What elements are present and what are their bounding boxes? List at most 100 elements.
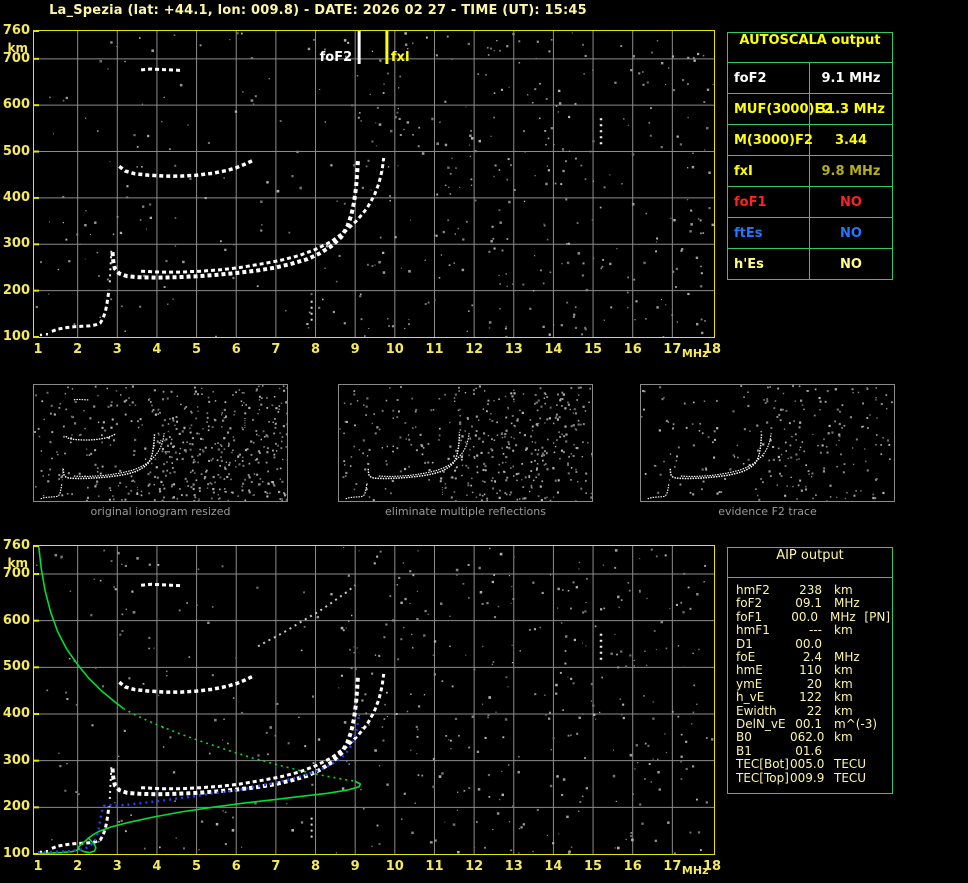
autoscala-row-M(3000)F2: M(3000)F2 3.44: [728, 125, 892, 156]
scaled-ionogram-canvas: foF2 fxI: [34, 30, 714, 339]
y-tick-label: 400: [2, 189, 30, 205]
y-tick-label: 300: [2, 236, 30, 252]
x-tick-label: 3: [112, 342, 122, 357]
parameter-value: 3.44: [834, 132, 868, 148]
aip-row-B1: B1 01.6: [736, 743, 890, 758]
x-tick-label: 10: [385, 859, 404, 874]
parameter-unit: TECU: [834, 770, 867, 785]
parameter-value: NO: [840, 194, 862, 210]
y-tick-label: 600: [2, 612, 30, 628]
y-tick-label: 200: [2, 799, 30, 815]
y-tick-label: 500: [2, 659, 30, 675]
thumbnail-canvas: [339, 385, 594, 503]
thumbnail-evidence-F2-trace: [640, 384, 897, 503]
high-multiple-trace-trace-path: [140, 67, 181, 72]
parameter-value: 005.0: [790, 757, 825, 772]
parameter-label: hmF2: [736, 583, 770, 597]
parameter-label: foF1: [736, 609, 763, 624]
parameter-label: Ewidth: [736, 703, 777, 718]
thumbnail-canvas: [34, 385, 289, 504]
e-trace-trace-path: [51, 289, 111, 333]
x-tick-label: 15: [584, 342, 603, 357]
thumbnail-caption: evidence F2 trace: [718, 505, 817, 518]
noise-layer: [35, 32, 714, 339]
x-tick-label: 16: [623, 859, 642, 874]
y-tick-label: 400: [2, 706, 30, 721]
x-tick-label: 15: [584, 859, 603, 874]
autoscala-row-h'Es: h'Es NO: [728, 249, 892, 279]
parameter-value: 09.1: [795, 596, 822, 611]
parameter-value: 31.3 MHz: [817, 101, 885, 117]
aip-row-h_vE: h_vE 122 km: [736, 690, 890, 705]
parameter-value: 00.0: [795, 636, 822, 651]
parameter-value: 009.9: [790, 770, 825, 785]
second-hop-trace-trace-path: [65, 433, 116, 441]
x-tick-label: 4: [152, 859, 162, 874]
noise-layer: [339, 385, 594, 503]
parameter-value: 2.4: [802, 650, 822, 665]
noise-layer: [36, 546, 714, 855]
high-multiple-trace-trace-path: [140, 582, 181, 588]
parameter-unit: [834, 638, 868, 651]
parameter-value: 20: [806, 676, 822, 691]
parameter-label: B1: [736, 743, 752, 758]
parameter-value: 9.1 MHz: [821, 70, 881, 86]
parameter-label: hmF1: [736, 623, 770, 638]
second-hop-trace-trace-path: [118, 159, 253, 178]
fof2-marker-label: foF2: [320, 50, 353, 65]
y-tick-label: 600: [2, 97, 30, 113]
parameter-unit: MHz: [834, 596, 860, 611]
x-tick-label: 6: [231, 859, 241, 874]
parameter-unit: MHz: [830, 609, 856, 624]
aip-row-hmE: hmE 110 km: [736, 663, 890, 678]
parameter-label: DelN_vE: [736, 717, 786, 732]
e-trace-trace-path: [51, 806, 111, 850]
parameter-value: 22: [806, 703, 822, 718]
x-tick-label: 14: [544, 342, 563, 357]
aip-row-D1: D1 00.0: [736, 636, 890, 651]
x-tick-label: 13: [504, 859, 523, 874]
parameter-value: ---: [809, 623, 822, 638]
aip-row-hmF1: hmF1 --- km: [736, 623, 890, 638]
x-tick-label: 6: [231, 342, 241, 357]
parameter-unit: km: [834, 703, 853, 718]
f2-extraordinary-trace-path: [141, 157, 386, 274]
e-trace-trace-path: [647, 482, 670, 500]
thumbnail-caption: original ionogram resized: [90, 505, 231, 518]
scaled-ionogram-panel: foF2 fxI: [33, 30, 715, 339]
aip-row-hmF2: hmF2 238 km: [736, 583, 890, 597]
aip-output-table: AIP output hmF2 238 km foF2 09.1 MHz foF1 00.0 M…: [727, 547, 893, 795]
parameter-value: 110: [799, 663, 822, 678]
x-tick-label: 1: [33, 342, 43, 357]
parameter-unit: km: [834, 663, 853, 678]
parameter-label: h_vE: [736, 690, 765, 705]
parameter-label: hmE: [736, 663, 763, 678]
aip-row-Ewidth: Ewidth 22 km: [736, 703, 890, 718]
parameter-value: 00.0: [791, 609, 818, 624]
f2-ordinary-trace-path: [367, 433, 461, 480]
parameter-value: 9.8 MHz: [821, 163, 881, 179]
aip-row-TEC[Top]: TEC[Top] 009.9 TECU: [736, 770, 890, 785]
x-tick-label: 3: [112, 859, 122, 874]
station-title: La_Spezia (lat: +44.1, lon: 009.8) - DAT…: [49, 3, 587, 18]
x-tick-label: 9: [350, 342, 360, 357]
x-tick-label: 2: [73, 859, 83, 874]
high-multiple-trace-trace-path: [73, 398, 89, 401]
autoscala-row-fxI: fxI 9.8 MHz: [728, 156, 892, 187]
x-tick-label: 4: [152, 342, 162, 357]
x-tick-label: 7: [271, 859, 281, 874]
x-tick-label: 9: [350, 859, 360, 874]
noise-layer: [34, 385, 289, 504]
thumbnail-eliminate-multiple-reflections: [338, 384, 594, 503]
x-axis-unit-label: MHz: [681, 864, 709, 877]
e-trace-trace-path: [345, 482, 368, 500]
autoscala-row-MUF(3000)F2: MUF(3000)F2 31.3 MHz: [728, 94, 892, 125]
aip-row-DelN_vE: DelN_vE 00.1 m^(-3): [736, 717, 890, 732]
aip-row-foE: foE 2.4 MHz: [736, 650, 890, 665]
y-tick-label: 300: [2, 752, 30, 768]
x-tick-label: 13: [504, 342, 523, 357]
parameter-label: D1: [736, 636, 753, 651]
f2-ordinary-trace-path: [110, 675, 360, 797]
x-tick-label: 8: [310, 342, 321, 357]
x-tick-label: 14: [544, 859, 563, 874]
